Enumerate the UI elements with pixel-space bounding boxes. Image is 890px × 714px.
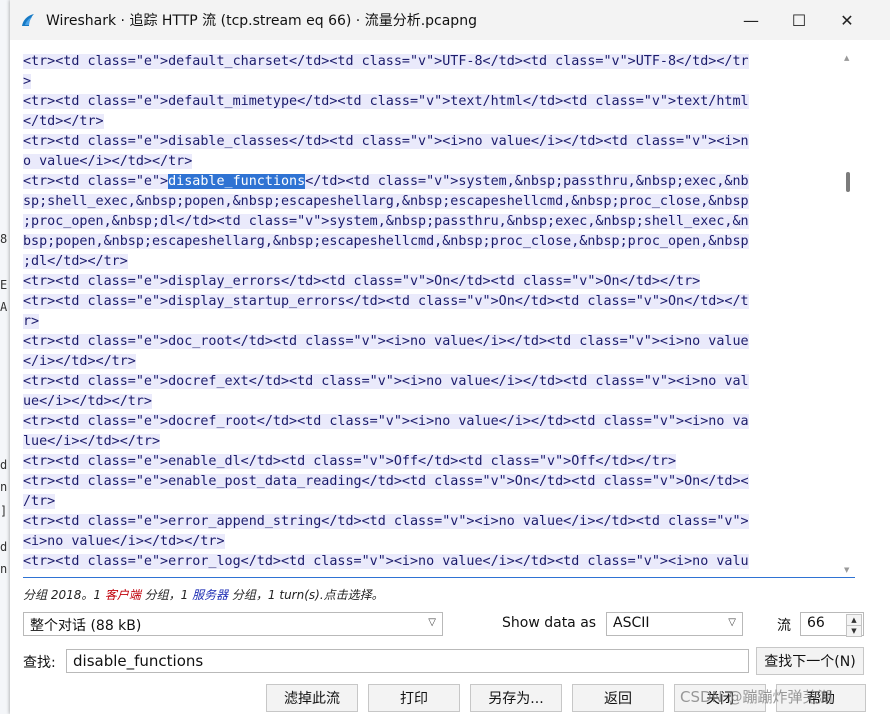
follow-stream-dialog: Wireshark · 追踪 HTTP 流 (tcp.stream eq 66)… <box>10 0 890 714</box>
background-fragment: ] <box>0 504 8 518</box>
stream-line: <tr><td class="e">enable_dl</td><td clas… <box>23 454 677 469</box>
spin-down-icon[interactable]: ▼ <box>846 625 862 637</box>
stream-line: ;dl</td></tr> <box>23 254 128 269</box>
save-as-button[interactable]: 另存为... <box>470 684 562 712</box>
stream-line: r> <box>23 314 40 329</box>
background-fragment: A <box>0 300 8 314</box>
show-data-as-select[interactable]: ASCII ▽ <box>606 612 743 636</box>
stream-line: <i>no value</i></td></tr> <box>23 534 225 549</box>
csdn-watermark: CSDN @蹦蹦炸弹芜湖 <box>680 688 833 706</box>
scroll-up-arrow-icon[interactable]: ▲ <box>844 54 849 62</box>
stream-line: > <box>23 74 32 89</box>
maximize-button[interactable]: ☐ <box>776 4 822 36</box>
minimize-button[interactable]: — <box>728 4 774 36</box>
background-fragment: 8 <box>0 232 8 246</box>
content-divider <box>23 577 855 578</box>
chevron-down-icon: ▽ <box>428 617 436 628</box>
stream-line: <tr><td class="e">docref_ext</td><td cla… <box>23 374 749 389</box>
stream-line: sp;shell_exec,&nbsp;popen,&nbsp;escapesh… <box>23 194 749 209</box>
stream-line: lue</i></td></tr> <box>23 434 161 449</box>
stream-line: <tr><td class="e">enable_post_data_readi… <box>23 474 749 489</box>
stream-line: <tr><td class="e">display_errors</td><td… <box>23 274 701 289</box>
stream-line: o value</i></td></tr> <box>23 154 193 169</box>
filter-out-button[interactable]: 滤掉此流 <box>266 684 358 712</box>
stream-line: <tr><td class="e">default_mimetype</td><… <box>23 94 749 109</box>
client-label: 客户端 <box>104 588 141 602</box>
scrollbar-thumb[interactable] <box>846 172 850 192</box>
server-label: 服务器 <box>192 588 229 602</box>
vertical-scrollbar[interactable]: ▲ ▼ <box>841 52 855 577</box>
conversation-select-value: 整个对话 (88 kB) <box>30 618 142 634</box>
background-fragment: E <box>0 278 8 292</box>
status-text: 分组，1 <box>140 588 193 602</box>
show-data-as-value: ASCII <box>613 615 650 631</box>
stream-line: </td></tr> <box>23 114 104 129</box>
stream-number-value: 66 <box>807 615 825 631</box>
chevron-down-icon: ▽ <box>728 617 736 628</box>
stream-line: <tr><td class="e">default_charset</td><t… <box>23 54 749 69</box>
stream-label: 流 <box>777 618 791 634</box>
wireshark-fin-icon <box>22 14 34 26</box>
background-fragment: n <box>0 480 8 494</box>
status-line: 分组 2018。1 客户端 分组，1 服务器 分组，1 turn(s).点击选择… <box>23 586 384 603</box>
background-fragment: d <box>0 540 8 554</box>
find-label: 查找: <box>23 655 56 671</box>
stream-number-spinbox[interactable]: 66 ▲ ▼ <box>800 612 864 637</box>
find-next-button[interactable]: 查找下一个(N) <box>756 647 864 675</box>
print-button[interactable]: 打印 <box>368 684 460 712</box>
stream-line: <tr><td class="e">doc_root</td><td class… <box>23 334 749 349</box>
stream-line: <tr><td class="e">error_append_string</t… <box>23 514 749 529</box>
stream-line: <tr><td class="e">display_startup_errors… <box>23 294 749 309</box>
close-window-button[interactable]: ✕ <box>824 4 870 36</box>
find-input[interactable]: disable_functions <box>66 649 749 673</box>
background-fragment: n <box>0 562 8 576</box>
search-match-highlight: disable_functions <box>168 174 306 189</box>
stream-line: <tr><td class="e">docref_root</td><td cl… <box>23 414 749 429</box>
show-data-as-label: Show data as <box>502 615 597 631</box>
stream-line: /tr> <box>23 494 56 509</box>
scroll-down-arrow-icon[interactable]: ▼ <box>844 566 849 574</box>
window-title: Wireshark · 追踪 HTTP 流 (tcp.stream eq 66)… <box>46 13 477 29</box>
stream-line: </i></td></tr> <box>23 354 136 369</box>
stream-line: ;proc_open,&nbsp;dl</td><td class="v">sy… <box>23 214 749 229</box>
stream-line: <tr><td class="e">disable_functions</td>… <box>23 174 749 189</box>
status-text: 分组 2018。1 <box>23 588 105 602</box>
status-text: 分组，1 turn(s).点击选择。 <box>228 588 384 602</box>
back-button[interactable]: 返回 <box>572 684 664 712</box>
title-bar[interactable]: Wireshark · 追踪 HTTP 流 (tcp.stream eq 66)… <box>10 0 890 40</box>
stream-content[interactable]: <tr><td class="e">default_charset</td><t… <box>23 52 838 577</box>
stream-line: ue</i></td></tr> <box>23 394 152 409</box>
conversation-select[interactable]: 整个对话 (88 kB) ▽ <box>23 612 443 636</box>
background-fragment: d <box>0 458 8 472</box>
stream-line: <tr><td class="e">disable_classes</td><t… <box>23 134 749 149</box>
stream-line: bsp;popen,&nbsp;escapeshellarg,&nbsp;esc… <box>23 234 749 249</box>
stream-line: <tr><td class="e">error_log</td><td clas… <box>23 554 749 569</box>
